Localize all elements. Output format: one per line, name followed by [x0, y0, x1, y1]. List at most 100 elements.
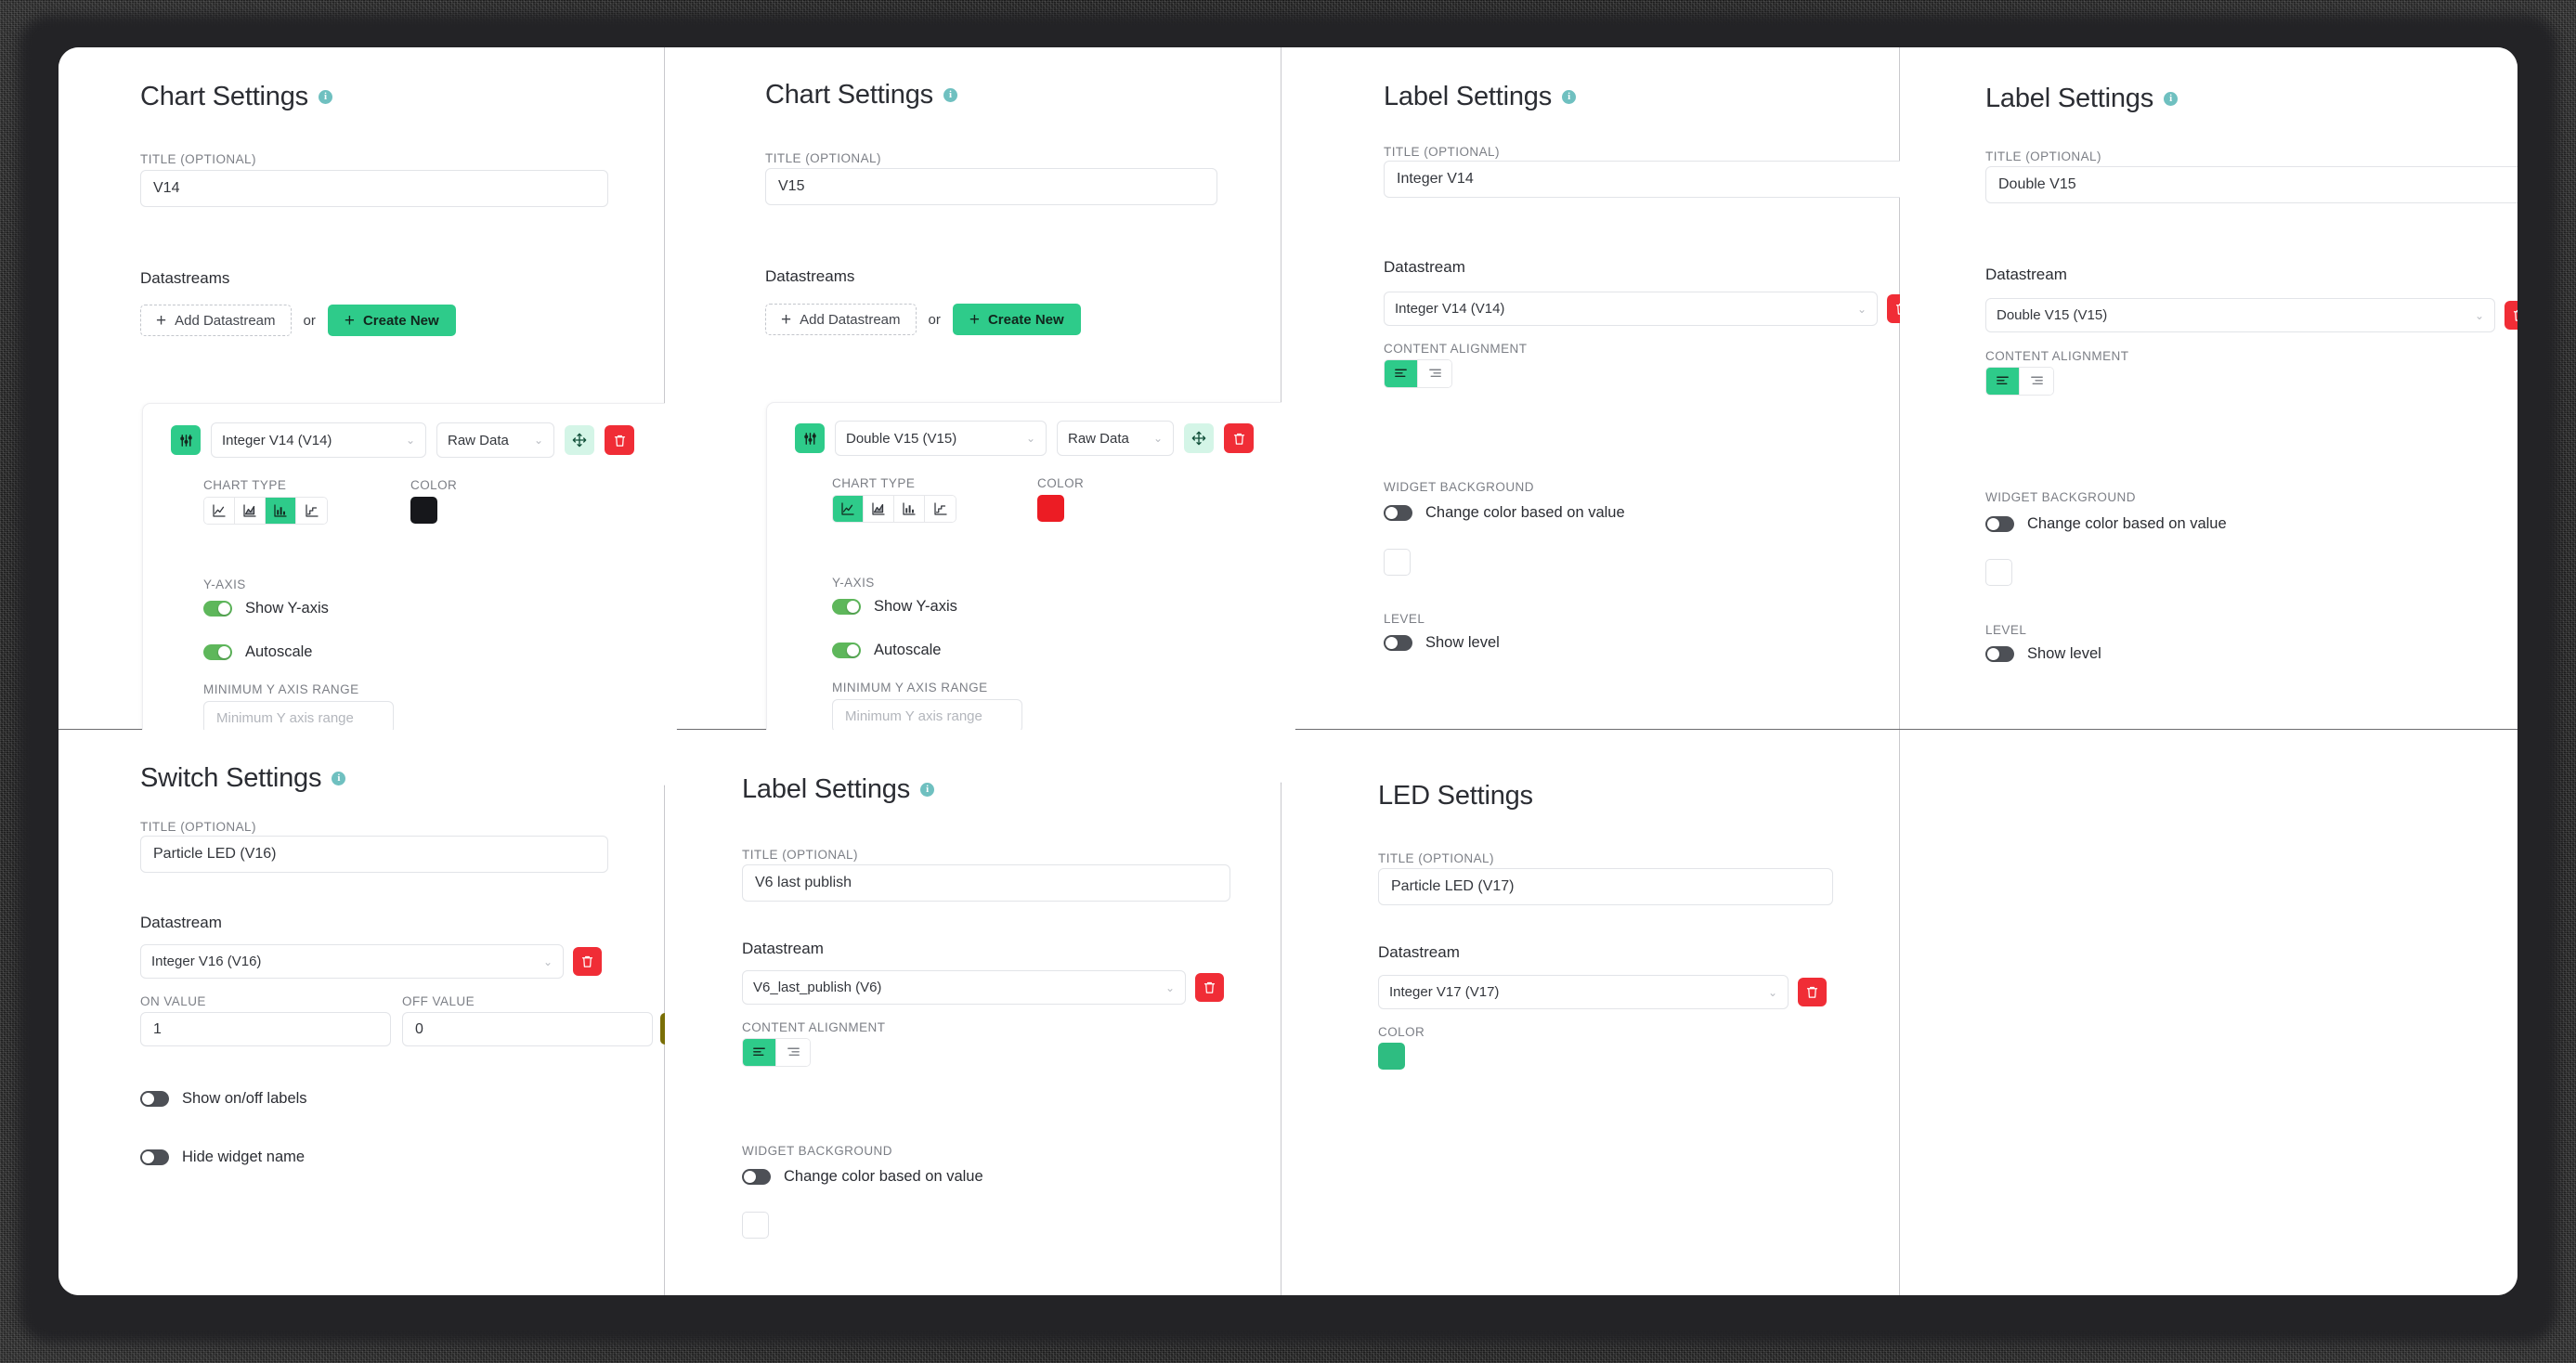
- page-title: LED Settings: [1378, 781, 1533, 811]
- page-title: Chart Settings i: [765, 80, 957, 110]
- chart-type-line[interactable]: [204, 498, 235, 524]
- show-level-row[interactable]: Show level: [1384, 634, 1500, 652]
- change-color-row[interactable]: Change color based on value: [742, 1168, 983, 1186]
- show-level-toggle[interactable]: [1985, 646, 2014, 662]
- title-caption: TITLE (OPTIONAL): [140, 820, 256, 834]
- chart-type-area[interactable]: [864, 496, 894, 522]
- datastream-select[interactable]: Integer V14 (V14) ⌄: [1384, 292, 1878, 326]
- delete-datastream-button[interactable]: [1195, 973, 1224, 1002]
- widget-background-caption: WIDGET BACKGROUND: [1384, 480, 1534, 494]
- chevron-down-icon: ⌄: [1767, 985, 1777, 999]
- widget-background-color-swatch[interactable]: [742, 1212, 769, 1239]
- delete-datastream-button[interactable]: [2504, 301, 2517, 330]
- show-yaxis-row[interactable]: Show Y-axis: [832, 598, 957, 616]
- content-alignment-segmented[interactable]: [742, 1038, 811, 1067]
- chart-type-step[interactable]: [296, 498, 327, 524]
- delete-datastream-button[interactable]: [573, 947, 602, 976]
- yaxis-caption: Y-AXIS: [832, 576, 875, 590]
- datastream-settings-button[interactable]: [171, 425, 201, 455]
- widget-background-caption: WIDGET BACKGROUND: [1985, 490, 2136, 504]
- datastream-select[interactable]: Double V15 (V15) ⌄: [1985, 298, 2495, 332]
- info-icon[interactable]: i: [1562, 90, 1576, 104]
- delete-datastream-button[interactable]: [605, 425, 634, 455]
- align-right-button[interactable]: [776, 1039, 810, 1066]
- title-input[interactable]: Particle LED (V16): [140, 836, 608, 873]
- panel-label-settings-v15: Label Settings i TITLE (OPTIONAL) Double…: [1900, 47, 2517, 729]
- show-yaxis-row[interactable]: Show Y-axis: [203, 600, 329, 617]
- datastream-select[interactable]: Integer V17 (V17) ⌄: [1378, 975, 1789, 1009]
- change-color-row[interactable]: Change color based on value: [1985, 515, 2227, 533]
- show-onoff-labels-row[interactable]: Show on/off labels: [140, 1090, 307, 1108]
- info-icon[interactable]: i: [318, 90, 332, 104]
- autoscale-toggle[interactable]: [203, 644, 232, 660]
- data-mode-value: Raw Data: [448, 432, 509, 448]
- content-alignment-segmented[interactable]: [1384, 359, 1452, 388]
- series-color-swatch[interactable]: [1037, 495, 1064, 522]
- align-left-button[interactable]: [1385, 360, 1418, 387]
- show-onoff-labels-toggle[interactable]: [140, 1091, 169, 1107]
- min-y-placeholder: Minimum Y axis range: [845, 707, 982, 724]
- align-left-button[interactable]: [743, 1039, 776, 1066]
- show-level-row[interactable]: Show level: [1985, 645, 2101, 663]
- align-right-button[interactable]: [1418, 360, 1451, 387]
- delete-datastream-button[interactable]: [1224, 423, 1254, 453]
- info-icon[interactable]: i: [920, 783, 934, 797]
- create-new-button[interactable]: + Create New: [327, 305, 456, 336]
- show-yaxis-toggle[interactable]: [203, 601, 232, 617]
- content-alignment-segmented[interactable]: [1985, 367, 2054, 396]
- min-y-input[interactable]: Minimum Y axis range: [832, 699, 1022, 733]
- widget-background-color-swatch[interactable]: [1985, 559, 2012, 586]
- drag-handle[interactable]: [1184, 423, 1214, 453]
- data-mode-select[interactable]: Raw Data ⌄: [1057, 421, 1174, 456]
- widget-background-color-swatch[interactable]: [1384, 549, 1411, 576]
- hide-widget-name-row[interactable]: Hide widget name: [140, 1149, 305, 1166]
- align-left-button[interactable]: [1986, 368, 2020, 395]
- drag-handle[interactable]: [565, 425, 594, 455]
- series-color-swatch[interactable]: [410, 497, 437, 524]
- datastream-select[interactable]: Integer V16 (V16) ⌄: [140, 944, 564, 979]
- info-icon[interactable]: i: [2164, 92, 2178, 106]
- hide-widget-name-toggle[interactable]: [140, 1149, 169, 1165]
- autoscale-row[interactable]: Autoscale: [832, 642, 941, 659]
- add-datastream-button[interactable]: + Add Datastream: [765, 304, 917, 335]
- autoscale-row[interactable]: Autoscale: [203, 643, 312, 661]
- chart-type-caption: CHART TYPE: [832, 476, 916, 490]
- title-input[interactable]: V14: [140, 170, 608, 207]
- led-color-swatch[interactable]: [1378, 1043, 1405, 1070]
- chart-type-bar[interactable]: [894, 496, 925, 522]
- chart-type-line[interactable]: [833, 496, 864, 522]
- datastream-select-value: Integer V14 (V14): [1395, 301, 1505, 317]
- change-color-toggle[interactable]: [1384, 505, 1412, 521]
- chart-type-bar[interactable]: [266, 498, 296, 524]
- chart-type-segmented[interactable]: [832, 495, 956, 523]
- show-level-toggle[interactable]: [1384, 635, 1412, 651]
- title-input-value: Double V15: [1998, 176, 2076, 192]
- chart-type-segmented[interactable]: [203, 497, 328, 525]
- title-input[interactable]: Particle LED (V17): [1378, 868, 1833, 905]
- chart-type-step[interactable]: [925, 496, 956, 522]
- change-color-toggle[interactable]: [1985, 516, 2014, 532]
- data-mode-select[interactable]: Raw Data ⌄: [436, 422, 554, 458]
- create-new-button[interactable]: + Create New: [952, 304, 1081, 335]
- title-input[interactable]: Integer V14: [1384, 161, 1925, 198]
- add-datastream-button[interactable]: + Add Datastream: [140, 305, 292, 336]
- info-icon[interactable]: i: [332, 772, 346, 785]
- change-color-toggle[interactable]: [742, 1169, 771, 1185]
- show-yaxis-toggle[interactable]: [832, 599, 861, 615]
- datastream-select[interactable]: Integer V14 (V14) ⌄: [211, 422, 426, 458]
- change-color-row[interactable]: Change color based on value: [1384, 504, 1625, 522]
- on-value-input[interactable]: 1: [140, 1012, 391, 1046]
- title-input[interactable]: Double V15: [1985, 166, 2517, 203]
- title-input[interactable]: V6 last publish: [742, 864, 1230, 902]
- autoscale-toggle[interactable]: [832, 643, 861, 658]
- datastream-select[interactable]: V6_last_publish (V6) ⌄: [742, 970, 1186, 1005]
- chart-type-area[interactable]: [235, 498, 266, 524]
- datastream-settings-button[interactable]: [795, 423, 825, 453]
- add-datastream-label: Add Datastream: [800, 311, 901, 328]
- delete-datastream-button[interactable]: [1798, 978, 1827, 1006]
- datastream-select[interactable]: Double V15 (V15) ⌄: [835, 421, 1047, 456]
- info-icon[interactable]: i: [943, 88, 957, 102]
- off-value-input[interactable]: 0: [402, 1012, 653, 1046]
- title-input[interactable]: V15: [765, 168, 1217, 205]
- align-right-button[interactable]: [2020, 368, 2053, 395]
